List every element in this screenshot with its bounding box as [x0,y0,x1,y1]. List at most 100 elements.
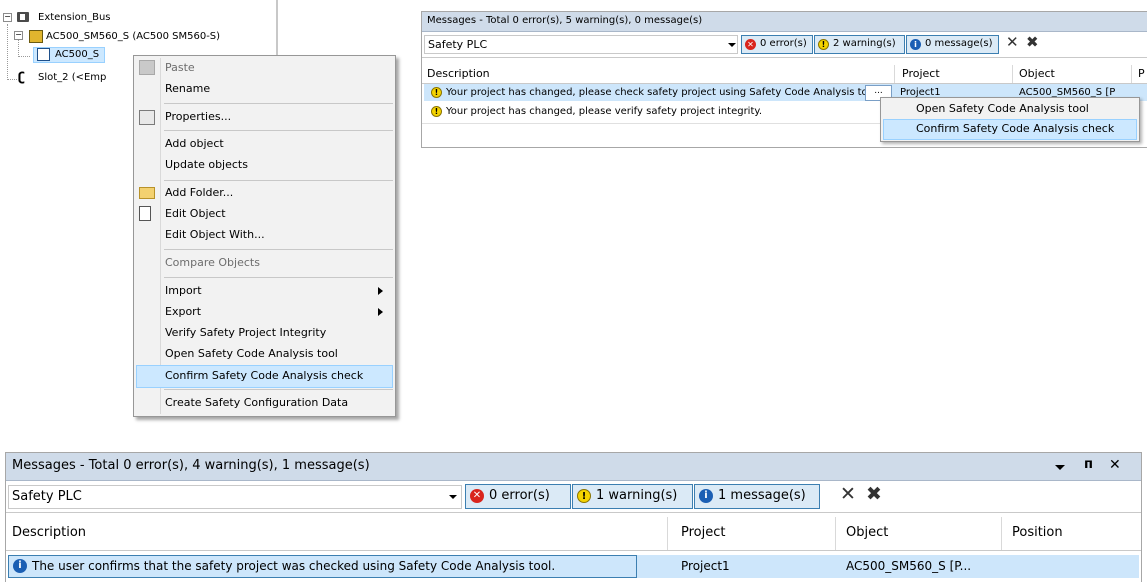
messages-count: 0 message(s) [925,38,993,49]
context-menu: Paste Rename Properties... Add object Up… [133,55,396,417]
chevron-down-icon[interactable] [449,495,457,499]
slot-icon: ʗ [18,70,25,84]
paste-icon [139,60,155,75]
filter-value: Safety PLC [12,489,82,504]
window-menu-icon[interactable] [1055,465,1065,470]
filter-bar: Safety PLC ✕ 0 error(s) ! 1 warning(s) i… [6,481,1141,513]
column-separator[interactable] [894,65,895,83]
separator [164,130,393,131]
pin-icon[interactable]: ᴨ [1084,457,1093,472]
separator [164,249,393,250]
column-project[interactable]: Project [681,525,725,540]
errors-count: 0 error(s) [489,488,550,503]
menu-item-create-safety-config[interactable]: Create Safety Configuration Data [165,396,348,409]
tree-item-slot-2[interactable]: Slot_2 (<Emp [38,72,106,83]
error-icon: ✕ [470,489,484,503]
menu-item-rename[interactable]: Rename [165,82,210,95]
column-object[interactable]: Object [846,525,888,540]
column-position[interactable]: Position [1012,525,1063,540]
messages-filter-button[interactable]: i 1 message(s) [694,484,820,509]
tree-item-ac500-s[interactable]: AC500_S [55,49,99,60]
column-separator[interactable] [835,517,836,550]
tree-line [7,24,8,80]
application-icon [37,48,50,61]
errors-filter-button[interactable]: ✕ 0 error(s) [741,35,813,54]
menu-gutter [160,58,161,414]
chevron-down-icon[interactable] [728,43,736,47]
column-header: Description Project Object P [422,65,1147,84]
dropdown-confirm-sca-check[interactable]: Confirm Safety Code Analysis check [916,122,1114,135]
errors-filter-button[interactable]: ✕ 0 error(s) [465,484,571,509]
column-description[interactable]: Description [427,67,490,80]
separator [164,180,393,181]
clear-all-icon[interactable]: ✖ [1026,33,1039,51]
collapse-icon[interactable]: − [14,31,23,40]
tree-item-sm560[interactable]: AC500_SM560_S (AC500 SM560-S) [46,31,220,42]
column-separator[interactable] [1012,65,1013,83]
panel-splitter[interactable] [276,0,278,55]
filter-combobox[interactable]: Safety PLC [8,485,462,509]
bus-icon [17,12,29,22]
submenu-arrow-icon [378,287,383,295]
row-project: Project1 [681,559,730,573]
safety-plc-icon [29,30,43,43]
row-object: AC500_SM560_S [P... [846,559,972,573]
menu-item-update-objects[interactable]: Update objects [165,158,248,171]
menu-item-export[interactable]: Export [165,305,201,318]
column-project[interactable]: Project [902,67,940,80]
column-position[interactable]: P [1138,67,1145,80]
dropdown-open-sca-tool[interactable]: Open Safety Code Analysis tool [916,102,1089,115]
separator [164,389,393,390]
warning-icon: ! [577,489,591,503]
messages-count: 1 message(s) [718,488,806,503]
collapse-icon[interactable]: − [3,13,12,22]
warnings-count: 1 warning(s) [596,488,678,503]
clear-icon[interactable]: ✕ [840,483,856,505]
messages-filter-button[interactable]: i 0 message(s) [906,35,999,54]
tree-item-extension-bus[interactable]: Extension_Bus [38,12,111,23]
clear-icon[interactable]: ✕ [1006,33,1019,51]
warnings-count: 2 warning(s) [833,38,896,49]
clear-all-icon[interactable]: ✖ [866,483,882,505]
column-separator[interactable] [1001,517,1002,550]
tree-line [7,79,17,80]
close-icon[interactable]: ✕ [1109,457,1121,473]
warnings-filter-button[interactable]: ! 2 warning(s) [814,35,905,54]
column-description[interactable]: Description [12,525,86,540]
column-header: Description Project Object Position [6,517,1141,551]
filter-combobox[interactable]: Safety PLC [424,35,738,54]
warnings-filter-button[interactable]: ! 1 warning(s) [572,484,693,509]
menu-item-add-object[interactable]: Add object [165,137,224,150]
row-divider [422,123,900,124]
column-separator[interactable] [1131,65,1132,83]
error-icon: ✕ [745,39,756,50]
title-bar: Messages - Total 0 error(s), 4 warning(s… [6,453,1141,481]
title-bar: Messages - Total 0 error(s), 5 warning(s… [422,12,1147,32]
row-description: The user confirms that the safety projec… [32,559,556,573]
menu-item-verify-integrity[interactable]: Verify Safety Project Integrity [165,326,326,339]
errors-count: 0 error(s) [760,38,807,49]
menu-item-paste[interactable]: Paste [165,61,195,74]
menu-item-import[interactable]: Import [165,284,202,297]
warning-icon: ! [818,39,829,50]
info-icon: i [13,559,27,573]
menu-item-add-folder[interactable]: Add Folder... [165,186,233,199]
menu-item-open-sca-tool[interactable]: Open Safety Code Analysis tool [165,347,338,360]
messages-window-bottom: Messages - Total 0 error(s), 4 warning(s… [5,452,1142,582]
window-title: Messages - Total 0 error(s), 5 warning(s… [427,15,703,26]
column-object[interactable]: Object [1019,67,1055,80]
column-separator[interactable] [667,517,668,550]
menu-item-edit-object-with[interactable]: Edit Object With... [165,228,265,241]
info-icon: i [910,39,921,50]
warning-icon: ! [431,87,442,98]
window-title: Messages - Total 0 error(s), 4 warning(s… [12,458,370,473]
filter-value: Safety PLC [428,38,488,51]
menu-item-edit-object[interactable]: Edit Object [165,207,226,220]
menu-item-confirm-sca-check[interactable]: Confirm Safety Code Analysis check [165,369,363,382]
separator [164,103,393,104]
info-icon: i [699,489,713,503]
menu-item-compare-objects[interactable]: Compare Objects [165,256,260,269]
menu-item-properties[interactable]: Properties... [165,110,231,123]
folder-icon [139,187,155,199]
separator [164,277,393,278]
